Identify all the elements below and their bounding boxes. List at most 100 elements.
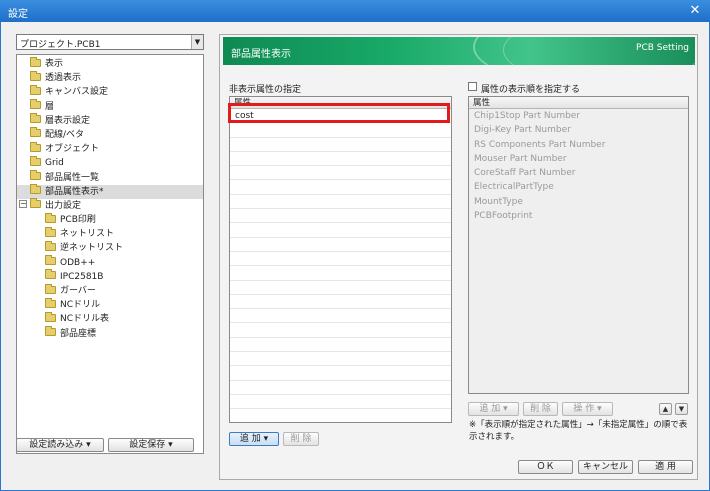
list-item[interactable]: MountType xyxy=(469,195,688,209)
list-item[interactable] xyxy=(230,123,451,138)
tree-item-label: ガーバー xyxy=(60,286,96,296)
tree-item-label: PCB印刷 xyxy=(60,215,96,226)
tree-item[interactable]: ネットリスト xyxy=(17,226,203,241)
list-item[interactable] xyxy=(230,195,451,210)
list-item[interactable]: RS Components Part Number xyxy=(469,138,688,152)
add-hidden-attribute-button[interactable]: 追 加 ▾ xyxy=(229,432,279,446)
tree-item[interactable]: Grid xyxy=(17,155,203,170)
list-item[interactable] xyxy=(230,252,451,267)
list-item[interactable] xyxy=(230,338,451,353)
title-bar: 設定 ✕ xyxy=(0,0,710,22)
tree-item-label: 層 xyxy=(45,101,55,112)
move-up-icon[interactable]: ▲ xyxy=(659,403,672,415)
list-item[interactable] xyxy=(230,409,451,422)
tree-item[interactable]: NCドリル表 xyxy=(17,311,203,326)
tree-item[interactable]: 層表示設定 xyxy=(17,113,203,128)
tree-item[interactable]: オブジェクト xyxy=(17,141,203,156)
tree-item[interactable]: 透過表示 xyxy=(17,70,203,85)
settings-panel: 部品属性表示 PCB Setting 非表示属性の指定 属性 cost 追 加 … xyxy=(219,34,698,480)
list-item[interactable] xyxy=(230,381,451,395)
display-order-note: ※「表示順が指定された属性」→「未指定属性」の順で表示されます。 xyxy=(469,420,688,442)
list-item[interactable]: Digi-Key Part Number xyxy=(469,123,688,137)
tree-item-label: IPC2581B xyxy=(60,271,104,282)
tree-item[interactable]: ガーバー xyxy=(17,283,203,298)
operation-button[interactable]: 操 作 ▾ xyxy=(562,402,613,416)
tree-item[interactable]: ODB++ xyxy=(17,255,203,270)
display-order-checkbox[interactable] xyxy=(468,82,477,91)
list-item[interactable] xyxy=(230,309,451,324)
folder-icon xyxy=(30,141,41,152)
tree-item[interactable]: 配線/ベタ xyxy=(17,127,203,142)
tree-item[interactable]: IPC2581B xyxy=(17,269,203,284)
tree-item-label: キャンバス設定 xyxy=(45,87,109,98)
list-item[interactable] xyxy=(230,366,451,381)
list-item[interactable]: CoreStaff Part Number xyxy=(469,166,688,180)
tree-item[interactable]: 部品属性一覧 xyxy=(17,170,203,185)
tree-item[interactable]: 表示 xyxy=(17,56,203,71)
add-order-button[interactable]: 追 加 ▾ xyxy=(468,402,519,416)
folder-icon xyxy=(45,240,56,251)
delete-hidden-attribute-button[interactable]: 削 除 xyxy=(283,432,319,446)
folder-icon xyxy=(45,326,56,337)
settings-tree[interactable]: 表示 透過表示キャンバス設定層層表示設定 配線/ベタオブジェクト Grid 部品属性一覧… xyxy=(16,54,204,454)
list-item[interactable] xyxy=(230,395,451,410)
tree-item-label: 表示 xyxy=(45,59,64,69)
tree-item-label: 部品属性表示* xyxy=(45,186,104,197)
tree-item[interactable]: キャンバス設定 xyxy=(17,84,203,99)
list-item[interactable] xyxy=(230,281,451,295)
list-item[interactable] xyxy=(230,152,451,167)
list-item[interactable]: Mouser Part Number xyxy=(469,152,688,166)
panel-banner: 部品属性表示 PCB Setting xyxy=(223,37,695,65)
panel-subtitle: PCB Setting xyxy=(636,43,689,53)
folder-icon xyxy=(30,198,41,209)
list-item[interactable] xyxy=(230,223,451,238)
list-item[interactable]: Chip1Stop Part Number xyxy=(469,109,688,123)
display-order-list[interactable]: 属性 Chip1Stop Part Number Digi-Key Part Nu… xyxy=(468,96,689,394)
apply-button[interactable]: 適 用 xyxy=(638,460,693,474)
list-item[interactable] xyxy=(230,295,451,310)
tree-item[interactable]: NCドリル xyxy=(17,297,203,312)
dialog-body: プロジェクト.PCB1 ▼ 表示 透過表示キャンバス設定層層表示設定 配線/ベタオブ… xyxy=(0,22,710,491)
close-icon[interactable]: ✕ xyxy=(686,2,704,19)
folder-icon xyxy=(45,255,56,266)
tree-item[interactable]: 部品座標 xyxy=(17,326,203,341)
list-item[interactable] xyxy=(230,238,451,252)
tree-item[interactable]: 逆ネットリスト xyxy=(17,240,203,255)
tree-item-label: オブジェクト xyxy=(45,144,100,155)
move-down-icon[interactable]: ▼ xyxy=(675,403,688,415)
folder-icon xyxy=(45,226,56,237)
list-item[interactable]: ElectricalPartType xyxy=(469,180,688,194)
chevron-down-icon[interactable]: ▼ xyxy=(191,35,203,49)
hidden-attributes-label: 非表示属性の指定 xyxy=(229,85,302,95)
highlight-box xyxy=(228,103,450,123)
load-settings-button[interactable]: 設定読み込み ▾ xyxy=(16,438,104,452)
list-item[interactable] xyxy=(230,138,451,152)
hidden-attributes-list[interactable]: 属性 cost xyxy=(229,96,452,423)
display-order-group: 属性の表示順を指定する 属性 Chip1Stop Part Number Digi… xyxy=(465,76,693,471)
folder-icon xyxy=(30,127,41,138)
list-item[interactable] xyxy=(230,209,451,224)
ok-button[interactable]: ＯＫ xyxy=(518,460,573,474)
tree-item[interactable]: PCB印刷 xyxy=(17,212,203,227)
tree-item-label: 部品属性一覧 xyxy=(45,172,100,183)
tree-item[interactable]: 層 xyxy=(17,99,203,114)
collapse-icon[interactable]: − xyxy=(19,200,27,209)
delete-order-button[interactable]: 削 除 xyxy=(523,402,558,416)
folder-icon xyxy=(30,56,41,67)
folder-icon xyxy=(30,184,41,195)
display-order-checkbox-label[interactable]: 属性の表示順を指定する xyxy=(481,82,580,95)
project-select-value: プロジェクト.PCB1 xyxy=(20,40,101,50)
list-item[interactable]: PCBFootprint xyxy=(469,209,688,223)
list-item[interactable] xyxy=(230,266,451,281)
cancel-button[interactable]: キャンセル xyxy=(578,460,633,474)
project-select[interactable]: プロジェクト.PCB1 ▼ xyxy=(16,34,204,50)
tree-item[interactable]: 部品属性表示* xyxy=(17,184,203,199)
folder-icon xyxy=(30,155,41,166)
list-item[interactable] xyxy=(230,352,451,367)
list-item[interactable] xyxy=(230,180,451,195)
list-column-header[interactable]: 属性 xyxy=(469,97,688,109)
tree-item[interactable]: − 出力設定 xyxy=(17,198,203,213)
list-item[interactable] xyxy=(230,166,451,181)
list-item[interactable] xyxy=(230,323,451,338)
save-settings-button[interactable]: 設定保存 ▾ xyxy=(108,438,194,452)
